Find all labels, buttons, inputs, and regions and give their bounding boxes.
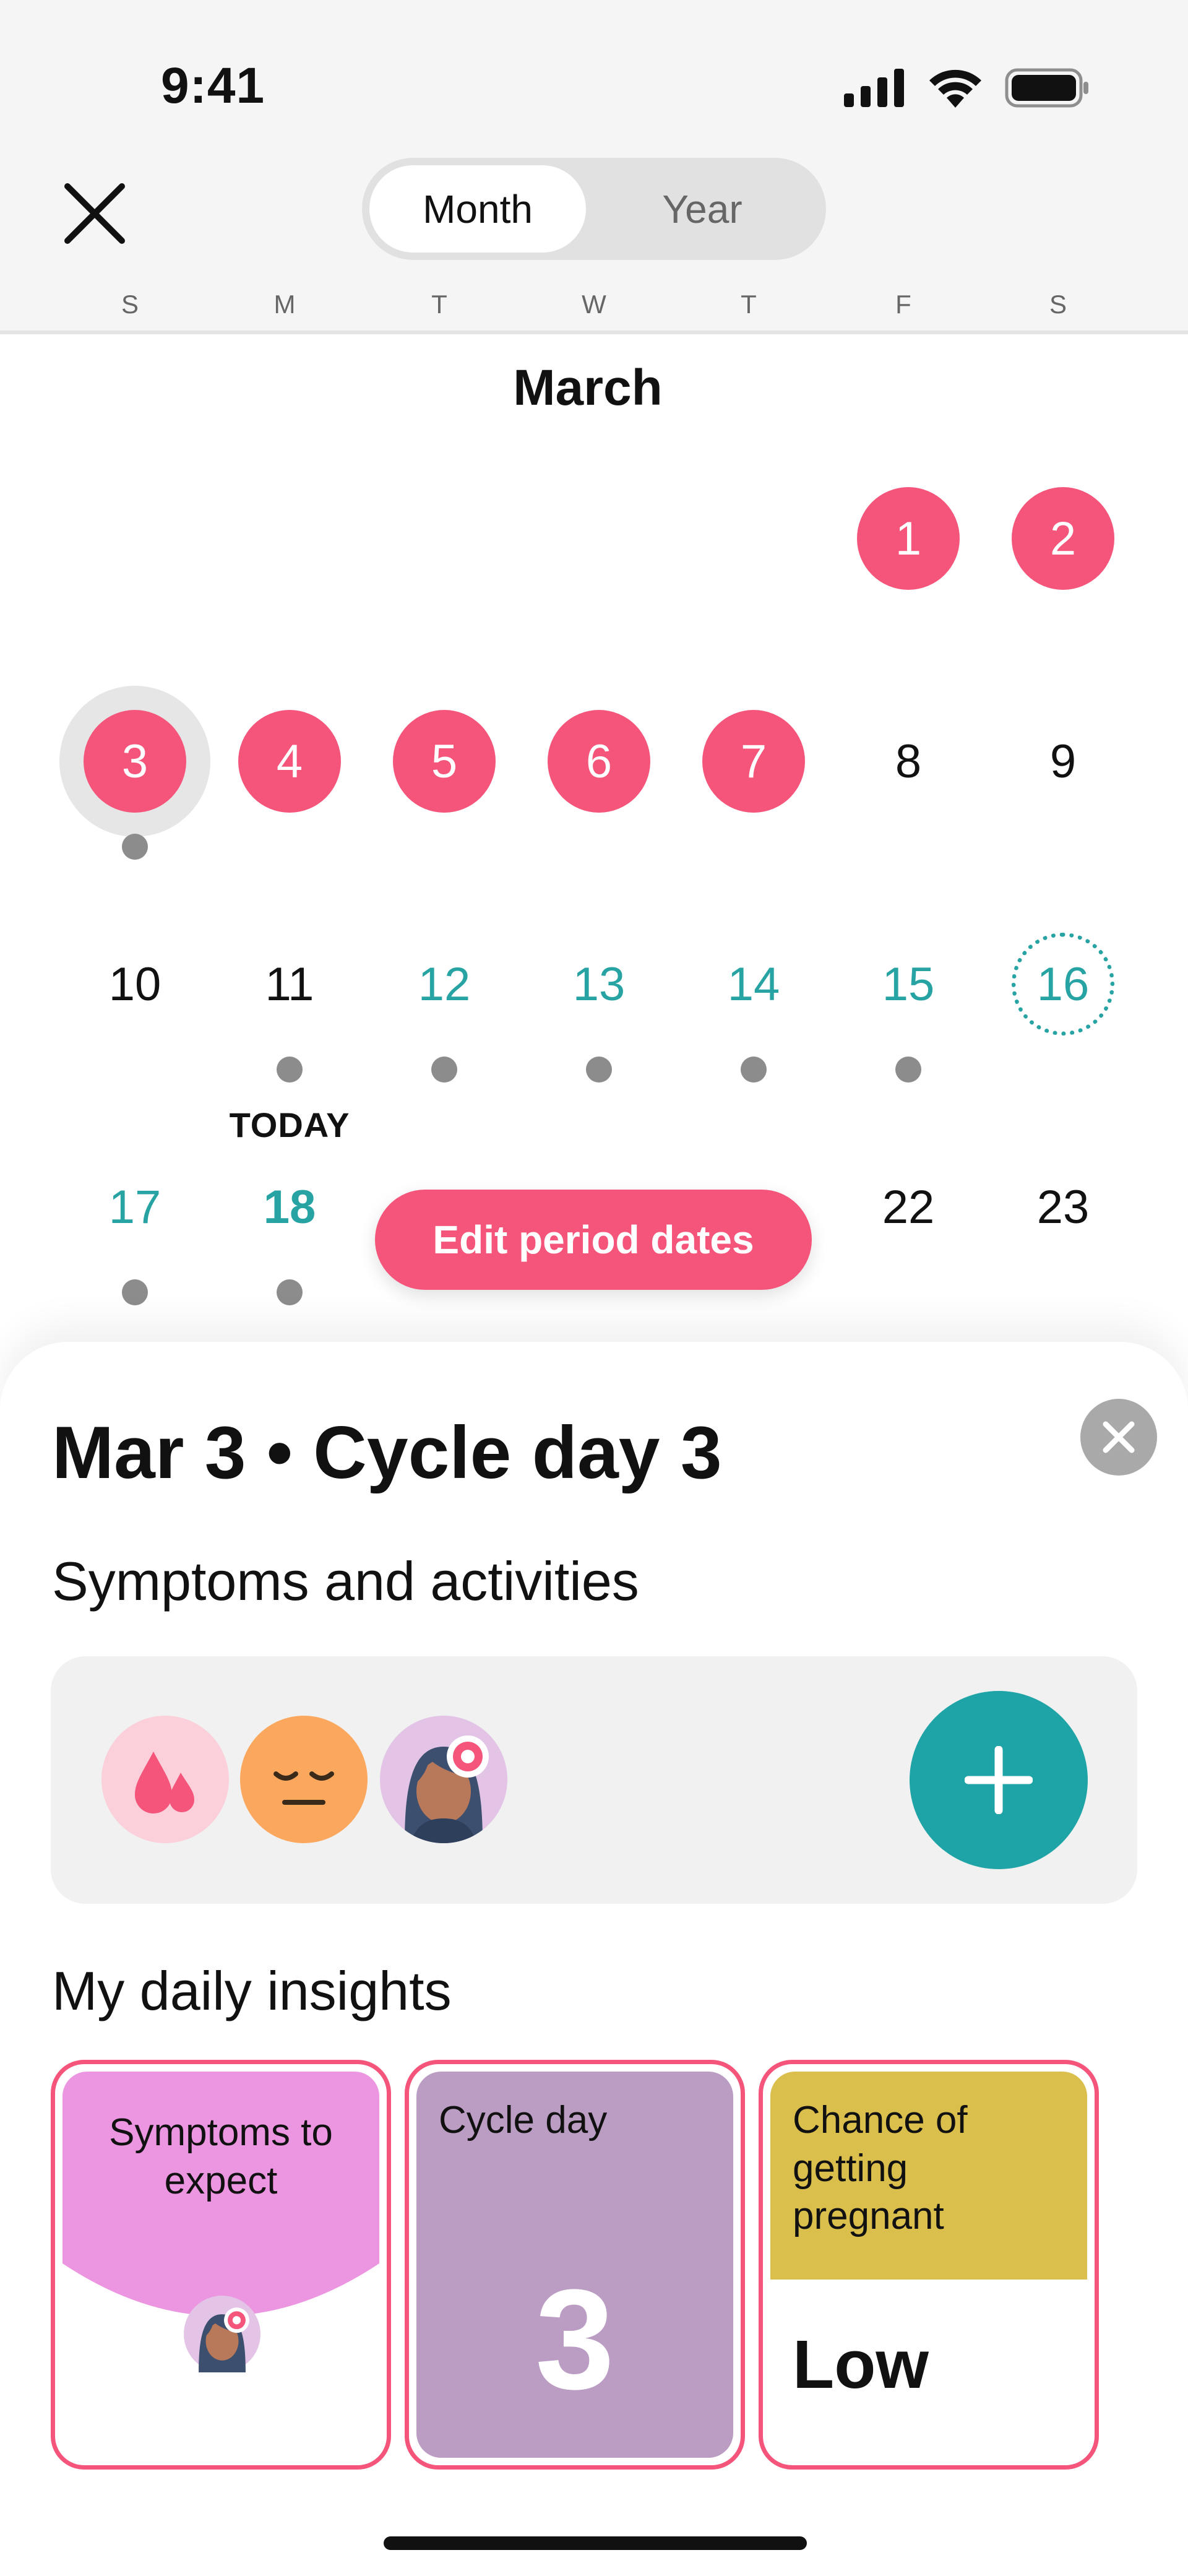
weekday-label: W xyxy=(582,290,606,319)
logged-indicator-dot xyxy=(122,1279,148,1305)
calm-face-icon[interactable] xyxy=(240,1716,368,1843)
insights-heading: My daily insights xyxy=(52,1960,452,2021)
calendar-day-9[interactable]: 9 xyxy=(1012,710,1114,813)
calendar-day-13[interactable]: 13 xyxy=(548,933,650,1035)
status-time: 9:41 xyxy=(161,58,265,114)
close-icon xyxy=(64,183,125,244)
plus-icon xyxy=(965,1746,1033,1814)
weekday-label: F xyxy=(895,290,911,319)
logged-indicator-dot xyxy=(741,1057,767,1083)
blood-drops-icon[interactable] xyxy=(101,1716,229,1843)
calendar-day-7[interactable]: 7 xyxy=(702,710,805,813)
logged-indicator-dot xyxy=(277,1057,303,1083)
view-toggle: Month Year xyxy=(362,158,826,260)
calendar-day-16[interactable]: 16 xyxy=(1012,933,1114,1035)
cycle-day-value: 3 xyxy=(535,2260,614,2419)
weekday-row: S M T W T F S xyxy=(0,290,1188,327)
headache-avatar-icon[interactable] xyxy=(380,1716,507,1843)
headache-avatar-icon xyxy=(184,2296,260,2372)
calendar-day-2[interactable]: 2 xyxy=(1012,487,1114,590)
month-title: March xyxy=(513,360,663,416)
calendar-day-15[interactable]: 15 xyxy=(857,933,960,1035)
calendar-day-8[interactable]: 8 xyxy=(857,710,960,813)
sheet-close-button[interactable] xyxy=(1080,1399,1157,1476)
sheet-title: Mar 3 • Cycle day 3 xyxy=(52,1411,722,1494)
insight-card-symptoms[interactable]: Symptoms to expect xyxy=(51,2060,391,2470)
calendar-day-18[interactable]: 18 xyxy=(238,1156,341,1258)
weekday-label: M xyxy=(273,290,296,319)
logged-indicator-dot xyxy=(431,1057,457,1083)
tab-month[interactable]: Month xyxy=(369,165,586,253)
weekday-label: T xyxy=(431,290,447,319)
insight-card-cycle-day[interactable]: Cycle day 3 xyxy=(405,2060,745,2470)
tab-year[interactable]: Year xyxy=(586,165,819,253)
logged-indicator-dot xyxy=(586,1057,612,1083)
weekday-label: T xyxy=(741,290,757,319)
add-symptom-button[interactable] xyxy=(910,1691,1088,1869)
wifi-icon xyxy=(929,69,981,108)
close-icon xyxy=(1103,1421,1135,1453)
symptoms-panel xyxy=(51,1656,1137,1904)
cycle-day-label: Cycle day xyxy=(439,2099,608,2142)
logged-indicator-dot xyxy=(122,834,148,860)
calendar-day-10[interactable]: 10 xyxy=(84,933,186,1035)
calendar-day-23[interactable]: 23 xyxy=(1012,1156,1114,1258)
pregnancy-chance-label: Chance of getting pregnant xyxy=(793,2099,968,2237)
calendar-day-5[interactable]: 5 xyxy=(393,710,496,813)
close-button[interactable] xyxy=(54,173,135,254)
weekday-label: S xyxy=(121,290,139,319)
pregnancy-chance-value: Low xyxy=(793,2327,929,2403)
insight-card-pregnancy-chance[interactable]: Chance of getting pregnant Low xyxy=(759,2060,1099,2470)
weekday-label: S xyxy=(1049,290,1067,319)
battery-icon xyxy=(1005,68,1088,108)
symptoms-heading: Symptoms and activities xyxy=(52,1550,639,1612)
cellular-signal-icon xyxy=(844,69,904,107)
calendar-day-3[interactable]: 3 xyxy=(84,710,186,813)
home-indicator[interactable] xyxy=(384,2536,807,2550)
calendar-day-12[interactable]: 12 xyxy=(393,933,496,1035)
logged-indicator-dot xyxy=(895,1057,921,1083)
calendar-day-22[interactable]: 22 xyxy=(857,1156,960,1258)
calendar-day-4[interactable]: 4 xyxy=(238,710,341,813)
logged-indicator-dot xyxy=(277,1279,303,1305)
symptoms-card-label: Symptoms to expect xyxy=(109,2111,333,2202)
status-icons xyxy=(844,68,1089,108)
calendar-day-17[interactable]: 17 xyxy=(84,1156,186,1258)
calendar-day-6[interactable]: 6 xyxy=(548,710,650,813)
today-label-text: TODAY xyxy=(229,1105,350,1144)
day-detail-sheet: Mar 3 • Cycle day 3 Symptoms and activit… xyxy=(0,1342,1188,2576)
status-bar: 9:41 xyxy=(0,0,1188,149)
calendar-day-14[interactable]: 14 xyxy=(702,933,805,1035)
calendar-day-1[interactable]: 1 xyxy=(857,487,960,590)
calendar-day-11[interactable]: 11 xyxy=(238,933,341,1035)
calendar-header: Month Year S M T W T F S xyxy=(0,149,1188,334)
edit-period-dates-button[interactable]: Edit period dates xyxy=(375,1190,812,1290)
